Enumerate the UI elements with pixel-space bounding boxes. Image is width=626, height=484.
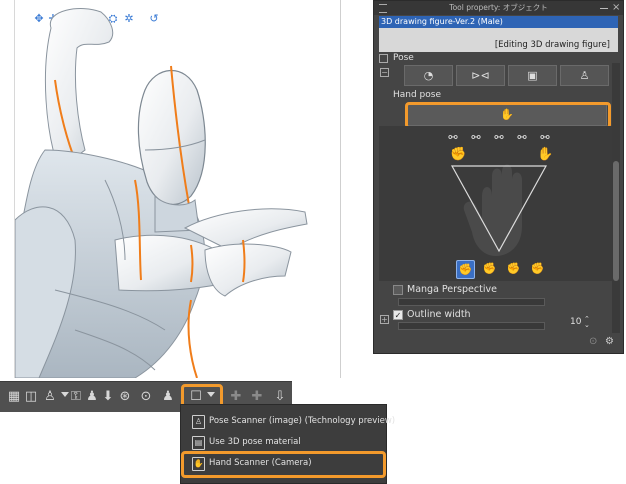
pose-register-button[interactable]: ♙ (560, 65, 609, 86)
subtool-name: 3D drawing figure-Ver.2 (Male) (379, 16, 618, 28)
outline-width-stepper[interactable]: ⌃ ⌄ (584, 316, 592, 329)
panel-title: Tool property: オブジェクト (449, 3, 548, 12)
pose-clipboard-button[interactable]: ▣ (508, 65, 557, 86)
outline-width-slider[interactable] (398, 322, 545, 330)
pose-figure-icon[interactable]: ♙ (42, 389, 58, 405)
hand-pose-label: Hand pose (393, 90, 442, 100)
pose-section-title: Pose (393, 53, 414, 63)
lower-hand (204, 243, 292, 297)
lock-link-icon[interactable]: ⚯ (492, 132, 506, 144)
pose-disabled-icon: ✚ (230, 389, 242, 404)
reset-icon[interactable]: ⊙ (589, 336, 601, 348)
editing-label: [Editing 3D drawing figure] (494, 40, 610, 50)
outline-width-label: Outline width (407, 309, 471, 320)
expand-icon[interactable]: + (380, 315, 389, 324)
manga-perspective-label: Manga Perspective (407, 284, 497, 295)
hand-pose-triangle[interactable] (434, 156, 564, 266)
hand-preset-4-button[interactable]: ✊ (529, 260, 546, 277)
highlight-box (405, 102, 611, 129)
pose-timer-button[interactable]: ◔ (404, 65, 453, 86)
expand-icon[interactable] (379, 54, 388, 63)
pose-disabled-icon: ✚ (251, 389, 263, 404)
menu-item-pose-scanner[interactable]: ♙ Pose Scanner (image) (Technology previ… (181, 411, 395, 431)
save-pose-icon[interactable]: ⬇ (100, 389, 116, 405)
close-icon[interactable]: × (612, 2, 622, 14)
manga-perspective-checkbox[interactable] (393, 285, 403, 295)
menu-item-label: Pose Scanner (image) (Technology preview… (209, 416, 396, 426)
hand-preset-1-button[interactable]: ✊ (456, 260, 475, 279)
lock-link-icon[interactable]: ⚯ (446, 132, 460, 144)
collapse-icon[interactable]: − (380, 68, 389, 77)
minimize-icon[interactable] (600, 8, 608, 9)
hand-preset-2-button[interactable]: ✊ (481, 260, 498, 277)
pose-scanner-icon: ♙ (192, 415, 205, 429)
highlight-box (181, 451, 386, 478)
camera-reset-icon[interactable]: ⊛ (117, 389, 133, 405)
outline-width-value: 10 (570, 317, 582, 327)
outline-width-checkbox[interactable]: ✓ (393, 310, 403, 320)
tool-property-panel: Tool property: オブジェクト × 3D drawing figur… (373, 0, 624, 354)
reset-pose-icon[interactable]: ♟ (84, 389, 100, 405)
lock-link-icon[interactable]: ⚯ (538, 132, 552, 144)
pose-material-icon: ▤ (192, 436, 205, 450)
hand-preset-3-button[interactable]: ✊ (505, 260, 522, 277)
3d-figure[interactable] (15, 0, 340, 378)
canvas-area[interactable]: ✥ ✛ ✣ ⟲ ⌂ ⛭ ✲ ↺ (14, 0, 341, 378)
scrollbar-thumb[interactable] (613, 161, 619, 281)
menu-item-use-3d-pose[interactable]: ▤ Use 3D pose material (181, 432, 386, 452)
fit-to-floor-icon[interactable]: ⇩ (272, 389, 288, 405)
manga-perspective-slider[interactable] (398, 298, 545, 306)
wrench-icon[interactable]: ⚙ (605, 336, 617, 348)
lock-link-icon[interactable]: ⚯ (469, 132, 483, 144)
figure-icon[interactable]: ♟ (160, 389, 176, 405)
head (137, 69, 206, 205)
joint-icon[interactable]: ⊙ (138, 389, 154, 405)
flip-pose-button[interactable]: ⊳⊲ (456, 65, 505, 86)
menu-item-label: Use 3D pose material (209, 437, 301, 447)
floor-icon[interactable]: ▦ (6, 389, 22, 405)
object-list-icon[interactable]: ◫ (23, 389, 39, 405)
hand-scanner-menu: ♙ Pose Scanner (image) (Technology previ… (180, 404, 395, 484)
unlock-icon[interactable]: ⚿ (68, 389, 84, 405)
lock-link-icon[interactable]: ⚯ (515, 132, 529, 144)
